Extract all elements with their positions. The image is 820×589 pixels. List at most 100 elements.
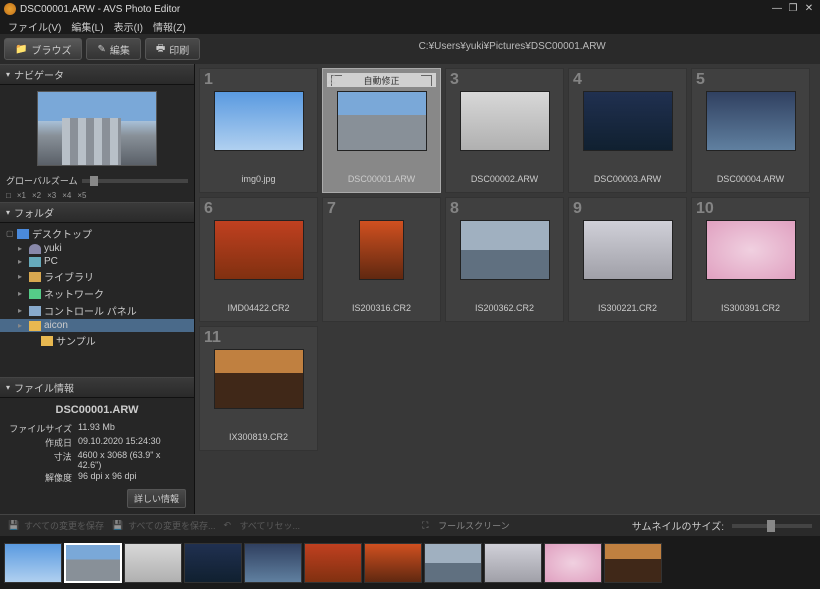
undo-all-button[interactable]: ↶すべてリセッ... [224, 519, 301, 532]
tree-sample[interactable]: サンプル [0, 332, 194, 349]
thumb-number: 1 [204, 71, 213, 89]
tree-control[interactable]: ▸コントロール パネル [0, 302, 194, 319]
info-dpi: 96 dpi x 96 dpi [78, 471, 137, 484]
thumb-filename: IS200362.CR2 [475, 303, 534, 313]
tab-edit-label: 編集 [110, 42, 130, 57]
tree-desktop[interactable]: ▢デスクトップ [0, 225, 194, 242]
thumb-image [214, 220, 304, 280]
thumb-filename: DSC00001.ARW [348, 174, 415, 184]
tree-aicon[interactable]: ▸aicon [0, 319, 194, 332]
thumb-filename: IS300391.CR2 [721, 303, 780, 313]
fullscreen-button[interactable]: ⛶フールスクリーン [422, 519, 510, 532]
fileinfo-panel-header[interactable]: ▾ ファイル情報 [0, 377, 194, 398]
thumb-number: 8 [450, 200, 459, 218]
menu-file[interactable]: ファイル(V) [4, 18, 65, 34]
thumb-image [583, 91, 673, 151]
menu-help[interactable]: 情報(Z) [149, 18, 190, 34]
thumb-image [214, 349, 304, 409]
undo-icon: ↶ [224, 520, 236, 532]
thumb-cell[interactable]: 4DSC00003.ARW [568, 68, 687, 193]
zoom-fit[interactable]: □ [6, 191, 11, 200]
filmstrip-thumb[interactable] [64, 543, 122, 583]
thumb-cell[interactable]: 10 IS300391.CR2 [691, 197, 810, 322]
zoom-x1[interactable]: ×1 [17, 191, 26, 200]
tree-pc[interactable]: ▸PC [0, 255, 194, 268]
filmstrip-thumb[interactable] [364, 543, 422, 583]
filmstrip-thumb[interactable] [124, 543, 182, 583]
library-icon [29, 272, 41, 282]
info-size: 11.93 Mb [78, 422, 115, 435]
filmstrip-thumb[interactable] [4, 543, 62, 583]
file-path: C:¥Users¥yuki¥Pictures¥DSC00001.ARW [204, 34, 820, 64]
thumb-filename: DSC00003.ARW [594, 174, 661, 184]
zoom-x4[interactable]: ×4 [62, 191, 71, 200]
detail-button[interactable]: 詳しい情報 [127, 489, 186, 508]
thumb-number: 3 [450, 71, 459, 89]
tree-network[interactable]: ▸ネットワーク [0, 285, 194, 302]
thumb-cell[interactable]: 7IS200316.CR2 [322, 197, 441, 322]
thumb-cell[interactable]: 6IMD04422.CR2 [199, 197, 318, 322]
zoom-x3[interactable]: ×3 [47, 191, 56, 200]
filmstrip-thumb[interactable] [244, 543, 302, 583]
minimize-button[interactable]: — [770, 3, 784, 15]
filmstrip-thumb[interactable] [304, 543, 362, 583]
thumb-cell[interactable]: 9IS300221.CR2 [568, 197, 687, 322]
maximize-button[interactable]: ❐ [786, 3, 800, 15]
navigator-panel-header[interactable]: ▾ ナビゲータ [0, 64, 194, 85]
thumb-size-slider[interactable] [732, 524, 812, 528]
menu-view[interactable]: 表示(I) [110, 18, 147, 34]
thumb-cell[interactable]: 自動修正2DSC00001.ARW [322, 68, 441, 193]
thumb-number: 11 [204, 329, 221, 347]
thumb-number: 10 [696, 200, 714, 218]
bottom-toolbar: 💾すべての変更を保存 💾すべての変更を保存... ↶すべてリセッ... ⛶フール… [0, 514, 820, 536]
tab-edit[interactable]: ✎ 編集 [86, 38, 140, 60]
save-all-button[interactable]: 💾すべての変更を保存 [8, 519, 104, 532]
tab-print[interactable]: 🖶 印刷 [145, 38, 200, 60]
zoom-x2[interactable]: ×2 [32, 191, 41, 200]
thumb-filename: IX300819.CR2 [229, 432, 288, 442]
filmstrip-thumb[interactable] [544, 543, 602, 583]
filmstrip-thumb[interactable] [424, 543, 482, 583]
thumb-image [460, 220, 550, 280]
tab-browse[interactable]: 📁 ブラウズ [4, 38, 82, 60]
thumb-cell[interactable]: 11 IX300819.CR2 [199, 326, 318, 451]
printer-icon: 🖶 [156, 41, 165, 58]
thumb-cell[interactable]: 3 DSC00002.ARW [445, 68, 564, 193]
info-date: 09.10.2020 15:24:30 [78, 436, 161, 449]
window-title: DSC00001.ARW - AVS Photo Editor [20, 4, 180, 15]
thumb-number: 7 [327, 200, 336, 218]
thumb-filename: DSC00004.ARW [717, 174, 784, 184]
thumb-cell[interactable]: 8 IS200362.CR2 [445, 197, 564, 322]
network-icon [29, 289, 41, 299]
auto-correct-bar[interactable]: 自動修正 [327, 73, 436, 87]
thumbnail-grid: 1img0.jpg自動修正2DSC00001.ARW 3 DSC00002.ARW 4… [195, 64, 820, 514]
tree-library[interactable]: ▸ライブラリ [0, 268, 194, 285]
thumb-number: 9 [573, 200, 582, 218]
folder-icon [41, 336, 53, 346]
folders-label: フォルダ [14, 205, 54, 220]
pc-icon [29, 257, 41, 267]
filmstrip-thumb[interactable] [484, 543, 542, 583]
filmstrip-thumb[interactable] [184, 543, 242, 583]
tab-browse-label: ブラウズ [31, 42, 71, 57]
thumb-filename: DSC00002.ARW [471, 174, 538, 184]
preview-image[interactable] [37, 91, 157, 166]
save-icon: 💾 [112, 520, 124, 532]
thumb-cell[interactable]: 1img0.jpg [199, 68, 318, 193]
collapse-icon: ▾ [6, 383, 10, 392]
fullscreen-icon: ⛶ [422, 520, 434, 532]
zoom-slider[interactable] [82, 179, 188, 183]
thumb-cell[interactable]: 5DSC00004.ARW [691, 68, 810, 193]
file-info-name: DSC00001.ARW [8, 404, 186, 416]
filmstrip-thumb[interactable] [604, 543, 662, 583]
tree-user[interactable]: ▸yuki [0, 242, 194, 255]
desktop-icon [17, 229, 29, 239]
folders-panel-header[interactable]: ▾ フォルダ [0, 202, 194, 223]
close-button[interactable]: ✕ [802, 3, 816, 15]
save-as-button[interactable]: 💾すべての変更を保存... [112, 519, 216, 532]
zoom-x5[interactable]: ×5 [77, 191, 86, 200]
app-icon [4, 3, 16, 15]
menu-edit[interactable]: 編集(L) [67, 18, 107, 34]
fileinfo-label: ファイル情報 [14, 380, 74, 395]
folder-icon [29, 321, 41, 331]
